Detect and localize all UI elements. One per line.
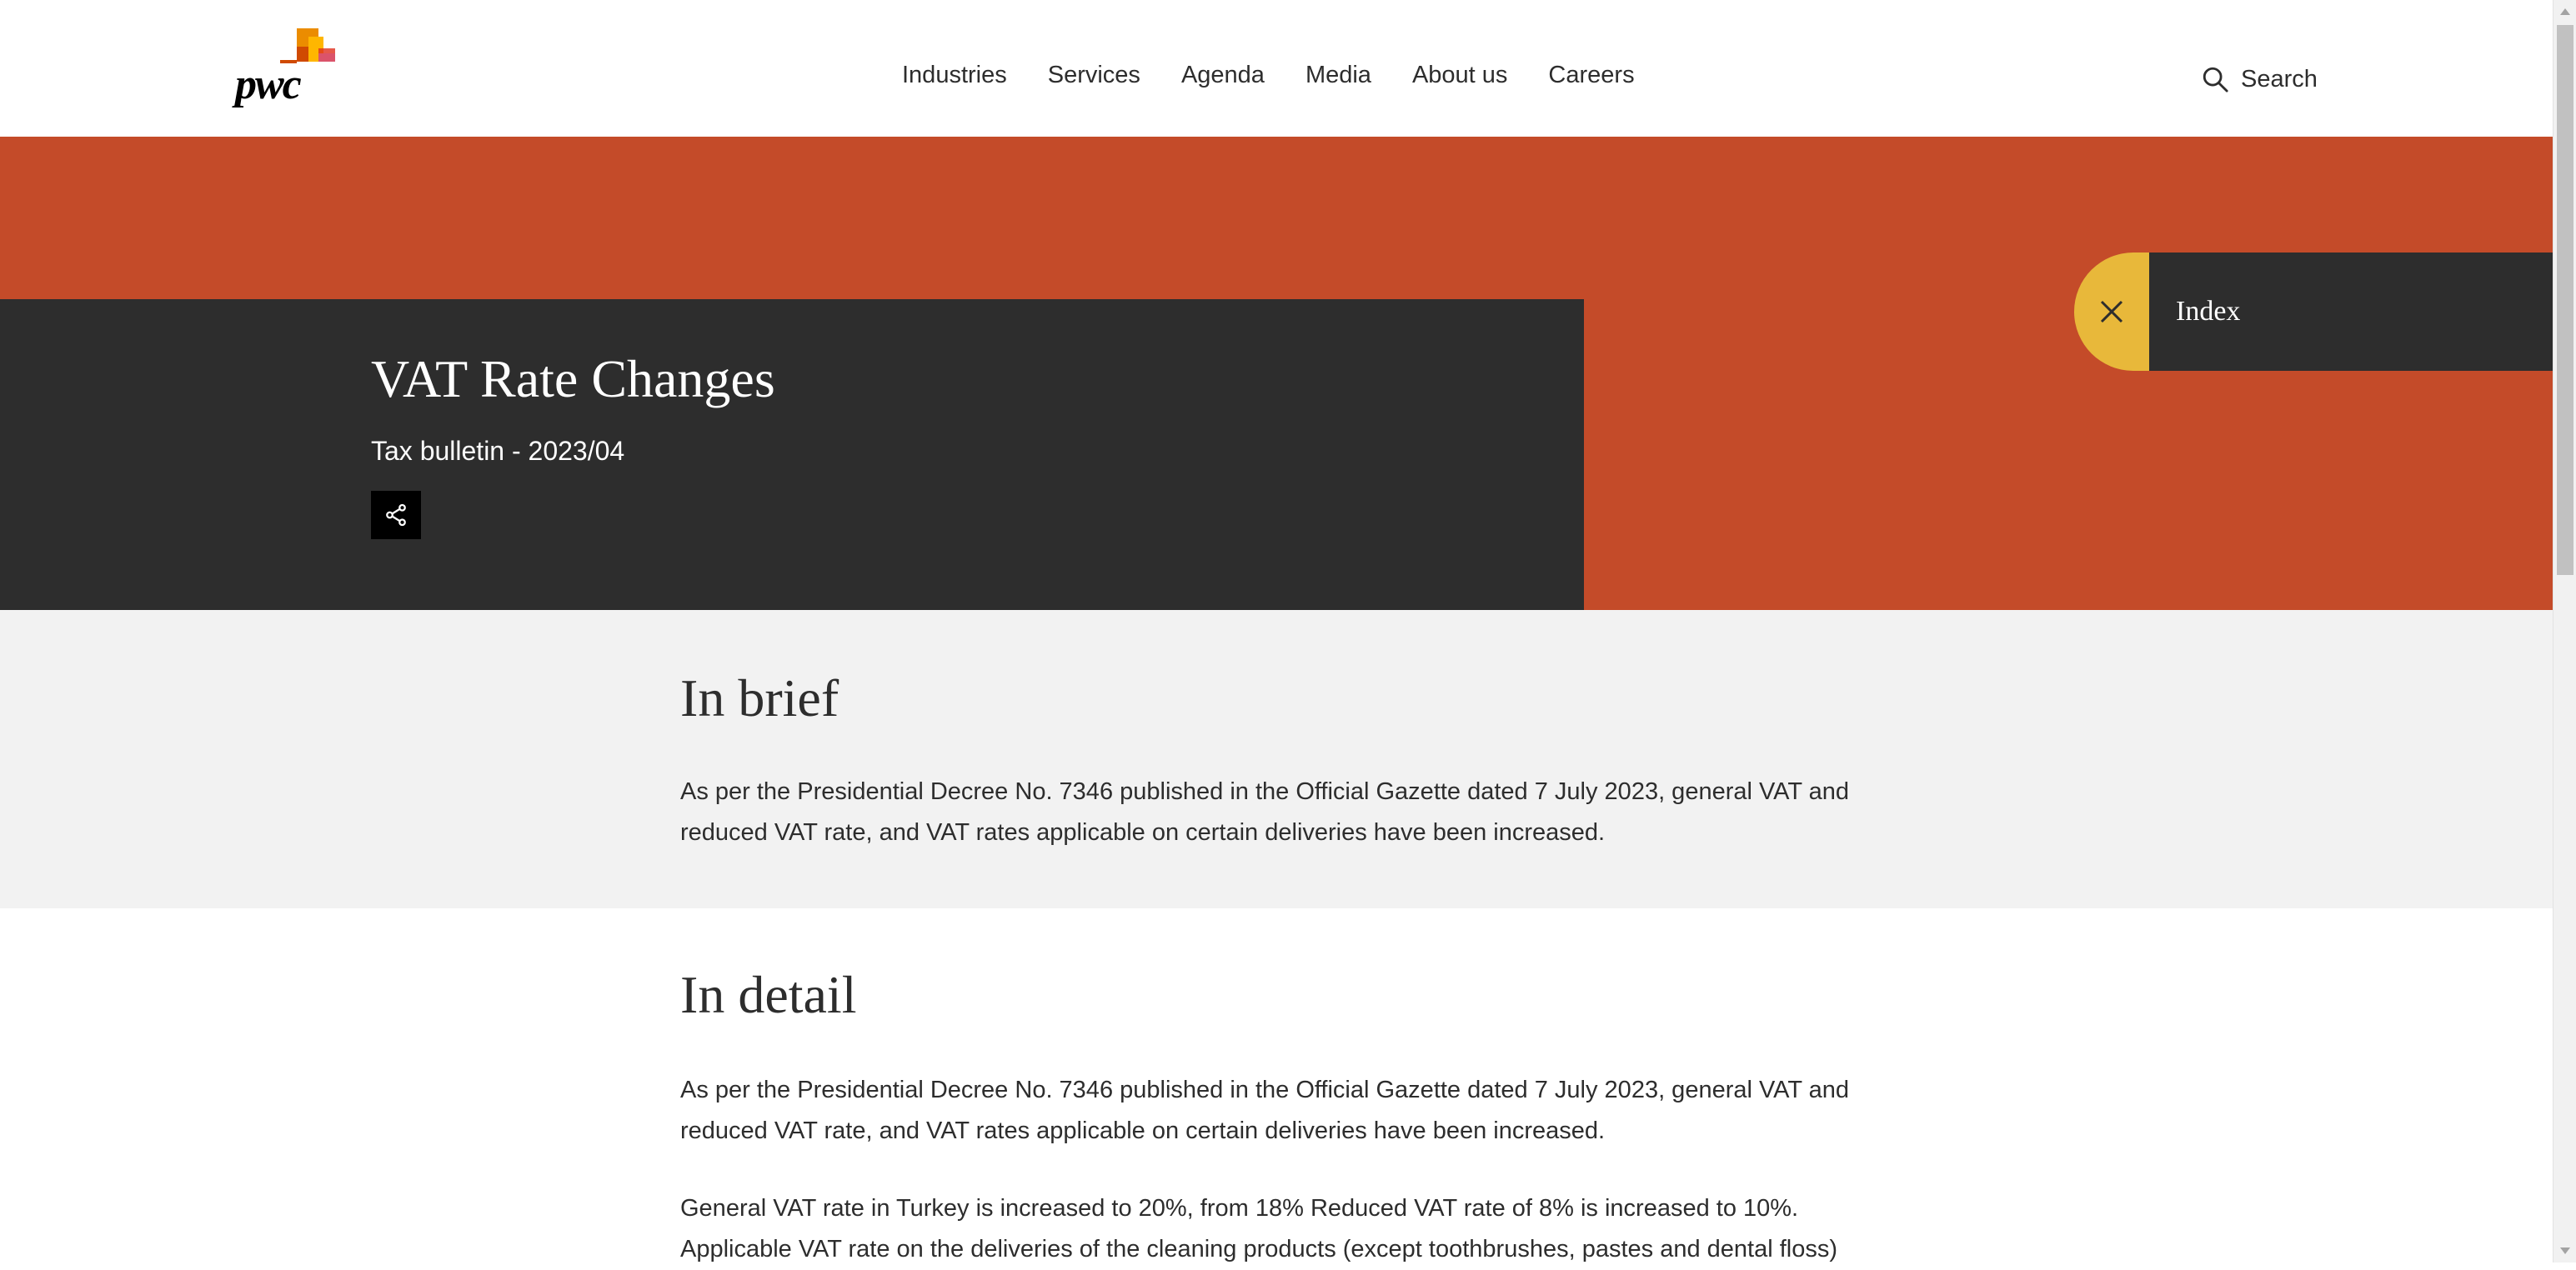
scroll-down-icon[interactable]	[2560, 1248, 2570, 1254]
nav-careers[interactable]: Careers	[1548, 63, 1634, 88]
nav-agenda[interactable]: Agenda	[1181, 63, 1265, 88]
hero-title-panel: VAT Rate Changes Tax bulletin - 2023/04	[0, 299, 1584, 610]
nav-media[interactable]: Media	[1306, 63, 1371, 88]
in-detail-paragraph: As per the Presidential Decree No. 7346 …	[680, 1077, 1849, 1144]
scroll-up-icon[interactable]	[2560, 8, 2570, 15]
index-bar[interactable]: Index	[2149, 252, 2553, 371]
page-subtitle: Tax bulletin - 2023/04	[371, 436, 625, 466]
in-detail-paragraph: General VAT rate in Turkey is increased …	[680, 1195, 1837, 1262]
page-title: VAT Rate Changes	[371, 349, 775, 408]
index-panel[interactable]: Index	[2074, 252, 2553, 371]
pwc-logo[interactable]: pwc	[235, 28, 338, 108]
in-brief-section: In brief As per the Presidential Decree …	[0, 610, 2553, 908]
index-close-button[interactable]	[2074, 252, 2149, 371]
pwc-logo-blocks	[280, 28, 335, 65]
search-button[interactable]: Search	[2201, 65, 2318, 93]
index-label: Index	[2176, 296, 2241, 327]
nav-about-us[interactable]: About us	[1412, 63, 1507, 88]
site-header: pwc Industries Services Agenda Media Abo…	[0, 0, 2553, 137]
scrollbar-thumb[interactable]	[2557, 25, 2573, 575]
close-icon	[2100, 300, 2123, 323]
in-detail-heading: In detail	[680, 965, 857, 1024]
nav-industries[interactable]: Industries	[902, 63, 1007, 88]
pwc-wordmark: pwc	[235, 61, 302, 108]
vertical-scrollbar[interactable]	[2553, 0, 2576, 1262]
in-brief-text: As per the Presidential Decree No. 7346 …	[680, 778, 1849, 846]
share-icon	[386, 503, 406, 527]
in-brief-heading: In brief	[680, 668, 839, 728]
search-label: Search	[2241, 65, 2318, 92]
share-button[interactable]	[371, 491, 421, 539]
hero-banner: VAT Rate Changes Tax bulletin - 2023/04 …	[0, 137, 2553, 610]
search-icon	[2203, 67, 2228, 92]
in-detail-section: In detail As per the Presidential Decree…	[0, 908, 2553, 1262]
main-nav: Industries Services Agenda Media About u…	[902, 63, 1676, 88]
nav-services[interactable]: Services	[1048, 63, 1140, 88]
